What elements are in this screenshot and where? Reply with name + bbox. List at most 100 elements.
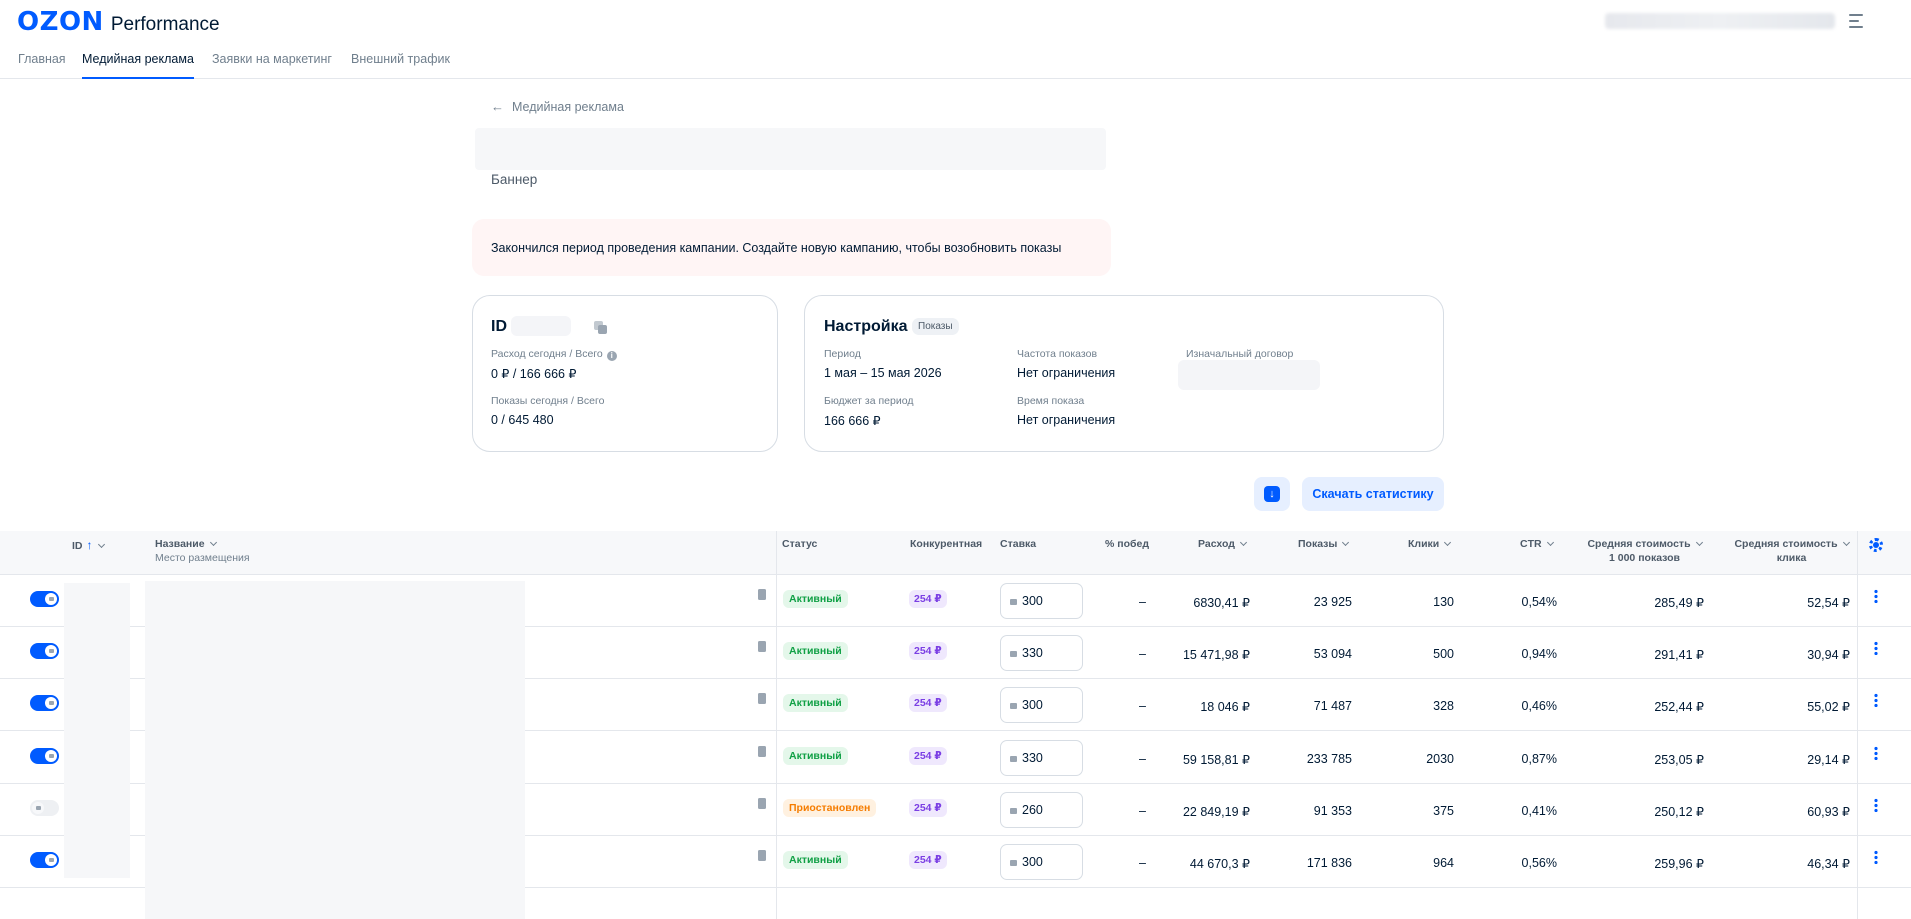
competitive-bid-badge: 254 ₽: [909, 590, 947, 608]
clicks-value: 500: [1433, 647, 1454, 661]
lock-icon: [1010, 651, 1017, 657]
col-impressions[interactable]: Показы: [1298, 538, 1350, 550]
col-cpm[interactable]: Средняя стоимость 1 000 показов: [1587, 538, 1703, 564]
wins-value: –: [1139, 647, 1146, 661]
lock-icon: [1010, 599, 1017, 605]
logo-product: Performance: [110, 14, 220, 35]
competitive-bid-badge: 254 ₽: [909, 642, 947, 660]
contract-label: Изначальный договор: [1186, 348, 1294, 360]
impressions-value: 171 836: [1306, 856, 1352, 870]
row-enable-toggle[interactable]: [30, 800, 59, 816]
wins-value: –: [1139, 856, 1146, 870]
col-cpc[interactable]: Средняя стоимость клика: [1734, 538, 1850, 564]
document-icon[interactable]: [758, 850, 766, 861]
cpm-value: 250,12 ₽: [1654, 805, 1704, 819]
row-ids-redacted: [64, 583, 130, 878]
bid-input[interactable]: 330: [1000, 740, 1083, 776]
impressions-value: 53 094: [1313, 647, 1352, 661]
document-icon[interactable]: [758, 641, 766, 652]
document-icon[interactable]: [758, 693, 766, 704]
row-enable-toggle[interactable]: [30, 591, 59, 607]
status-badge: Активный: [783, 694, 848, 712]
lock-icon: [1010, 756, 1017, 762]
document-icon[interactable]: [758, 798, 766, 809]
table-settings-gear-icon[interactable]: [1869, 538, 1883, 552]
download-icon: ↓: [1264, 486, 1280, 502]
campaign-ended-alert: Закончился период проведения кампании. С…: [472, 219, 1111, 276]
ozon-logo[interactable]: OZON Performance: [17, 7, 220, 37]
clicks-value: 130: [1433, 595, 1454, 609]
arrow-left-icon: ←: [491, 99, 504, 114]
bid-input[interactable]: 300: [1000, 583, 1083, 619]
campaign-name-redacted: [475, 128, 1106, 170]
row-enable-toggle[interactable]: [30, 643, 59, 659]
logo-brand: OZON: [17, 7, 104, 37]
row-more-icon[interactable]: [1874, 746, 1878, 760]
copy-icon[interactable]: [594, 321, 607, 334]
col-bid[interactable]: Ставка: [1000, 538, 1036, 550]
lock-icon: [1010, 808, 1017, 814]
competitive-bid-badge: 254 ₽: [909, 799, 947, 817]
row-more-icon[interactable]: [1874, 641, 1878, 655]
row-more-icon[interactable]: [1874, 589, 1878, 603]
col-clicks[interactable]: Клики: [1408, 538, 1452, 550]
row-more-icon[interactable]: [1874, 798, 1878, 812]
status-badge: Активный: [783, 851, 848, 869]
spend-value: 18 046 ₽: [1200, 700, 1250, 714]
spend-label: Расход сегодня / Всего i: [491, 348, 617, 361]
row-enable-toggle[interactable]: [30, 852, 59, 868]
download-icon-button[interactable]: ↓: [1254, 477, 1290, 511]
col-name[interactable]: Название Место размещения: [155, 538, 250, 564]
table-header: ID ↑ Название Место размещения Статус Конк…: [0, 531, 1911, 575]
col-ctr[interactable]: CTR: [1520, 538, 1554, 550]
row-enable-toggle[interactable]: [30, 748, 59, 764]
contract-value-redacted: [1178, 360, 1320, 390]
campaign-type: Баннер: [491, 172, 538, 187]
cpm-value: 259,96 ₽: [1654, 857, 1704, 871]
status-badge: Активный: [783, 590, 848, 608]
download-stats-button[interactable]: Скачать статистику: [1302, 477, 1444, 511]
col-id[interactable]: ID ↑: [72, 538, 105, 552]
col-wins[interactable]: % побед: [1105, 538, 1149, 550]
tab-marketing-requests[interactable]: Заявки на маркетинг: [212, 52, 332, 79]
chevron-down-icon: [1842, 538, 1850, 547]
ctr-value: 0,87%: [1521, 752, 1557, 766]
impressions-value: 0 / 645 480: [491, 413, 554, 427]
col-status[interactable]: Статус: [782, 538, 817, 550]
chevron-down-icon: [1342, 538, 1350, 547]
col-spend[interactable]: Расход: [1198, 538, 1247, 550]
cpm-value: 252,44 ₽: [1654, 700, 1704, 714]
cpc-value: 52,54 ₽: [1807, 596, 1850, 610]
chevron-down-icon: [1444, 538, 1452, 547]
period-label: Период: [824, 348, 861, 360]
tab-media-ads[interactable]: Медийная реклама: [82, 52, 194, 79]
col-competitive[interactable]: Конкурентная: [910, 538, 982, 550]
ctr-value: 0,94%: [1521, 647, 1557, 661]
show-time-value: Нет ограничения: [1017, 413, 1116, 427]
back-link[interactable]: ← Медийная реклама: [491, 99, 624, 114]
chevron-down-icon: [1695, 538, 1703, 547]
row-more-icon[interactable]: [1874, 693, 1878, 707]
row-more-icon[interactable]: [1874, 850, 1878, 864]
campaign-settings-card: Настройка Показы Период 1 мая – 15 мая 2…: [804, 295, 1444, 452]
bid-input[interactable]: 300: [1000, 844, 1083, 880]
period-value: 1 мая – 15 мая 2026: [824, 366, 942, 380]
document-icon[interactable]: [758, 589, 766, 600]
user-account-name[interactable]: [1605, 13, 1835, 29]
spend-value: 44 670,3 ₽: [1189, 857, 1250, 871]
tab-external-traffic[interactable]: Внешний трафик: [351, 52, 450, 79]
spend-value: 0 ₽ / 166 666 ₽: [491, 367, 577, 381]
clicks-value: 328: [1433, 699, 1454, 713]
tab-home[interactable]: Главная: [18, 52, 66, 79]
document-icon[interactable]: [758, 746, 766, 757]
row-enable-toggle[interactable]: [30, 695, 59, 711]
info-icon[interactable]: i: [606, 351, 617, 361]
menu-icon[interactable]: [1849, 14, 1863, 28]
bid-input[interactable]: 330: [1000, 635, 1083, 671]
impressions-value: 91 353: [1313, 804, 1352, 818]
cpc-value: 29,14 ₽: [1807, 753, 1850, 767]
bid-input[interactable]: 300: [1000, 687, 1083, 723]
bid-input[interactable]: 260: [1000, 792, 1083, 828]
row-names-redacted: [145, 581, 525, 919]
cpm-value: 291,41 ₽: [1654, 648, 1704, 662]
